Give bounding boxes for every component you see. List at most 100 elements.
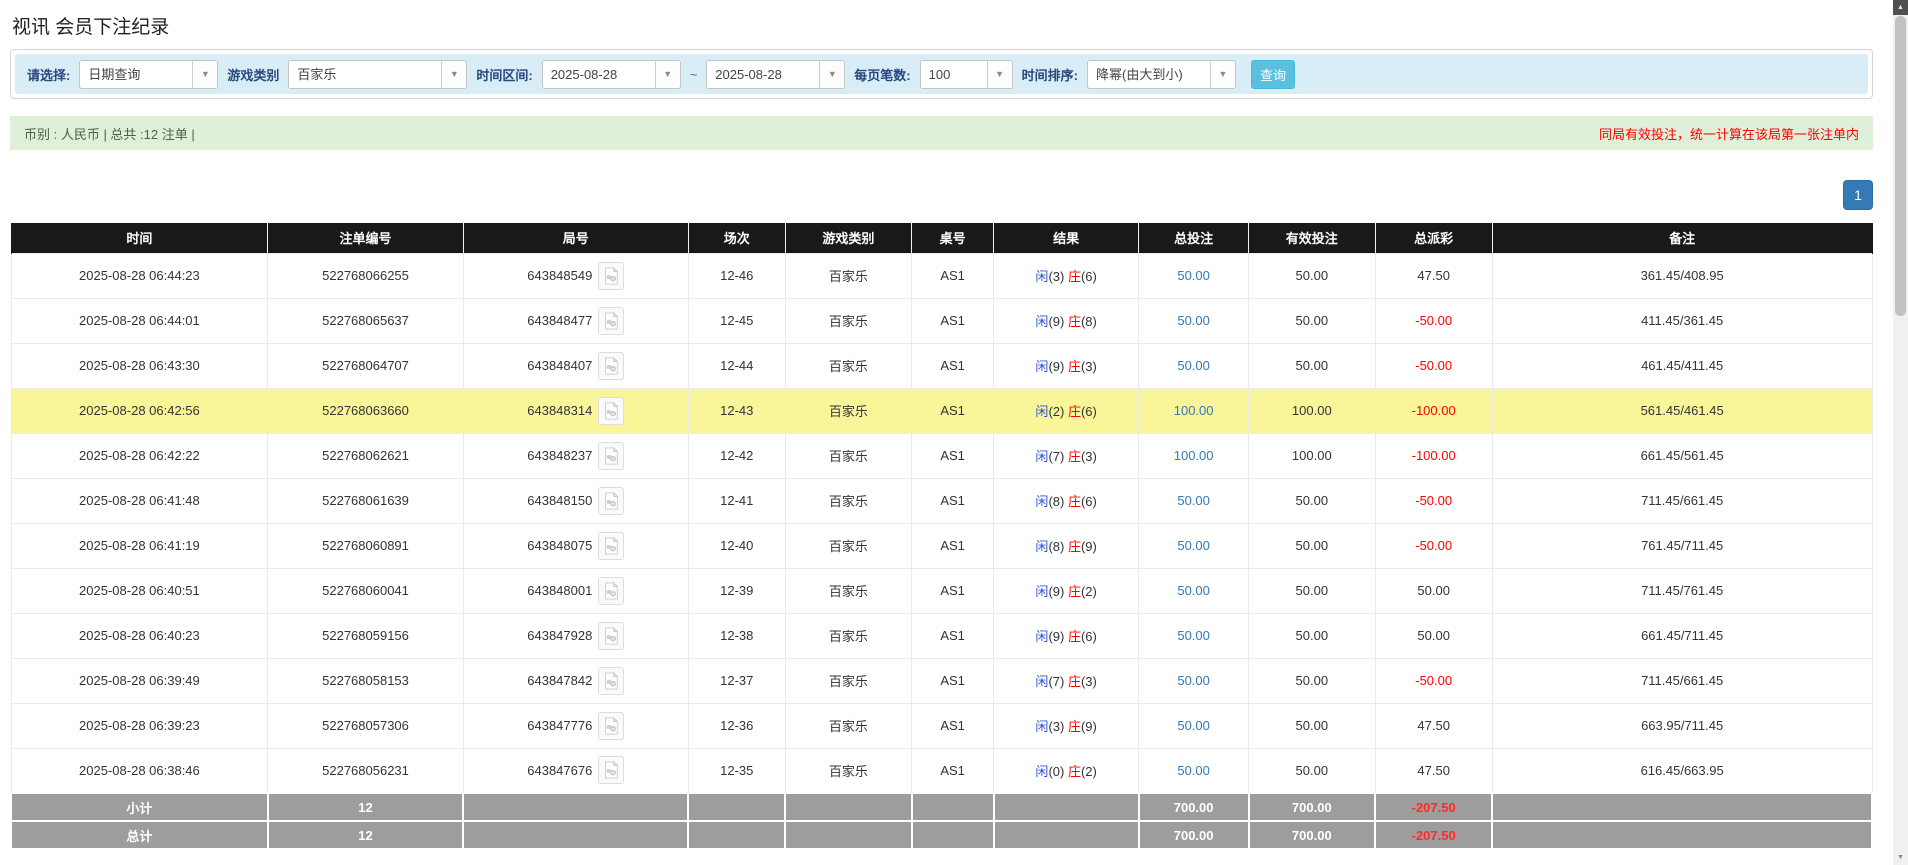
cell-result: 闲(3) 庄(6) (994, 253, 1139, 298)
scroll-down-icon[interactable]: ▼ (1893, 850, 1908, 865)
result-player-score: (3) (1048, 719, 1068, 734)
cell-total-bet[interactable]: 50.00 (1139, 613, 1249, 658)
scroll-up-icon[interactable]: ▲ (1893, 0, 1908, 15)
video-file-icon[interactable] (598, 532, 624, 560)
column-header: 注单编号 (268, 223, 463, 253)
page-button-1[interactable]: 1 (1843, 180, 1873, 210)
video-file-icon[interactable] (598, 307, 624, 335)
cell-total-bet[interactable]: 50.00 (1139, 478, 1249, 523)
video-file-icon[interactable] (598, 667, 624, 695)
chevron-down-icon[interactable]: ▼ (987, 61, 1012, 88)
scrollbar-thumb[interactable] (1895, 16, 1906, 316)
sort-order-select[interactable]: 降幂(由大到小) ▼ (1087, 60, 1236, 89)
date-from-select[interactable]: 2025-08-28 ▼ (542, 60, 681, 89)
cell-total-bet[interactable]: 50.00 (1139, 748, 1249, 793)
cell-table-number: AS1 (912, 298, 994, 343)
sort-order-value: 降幂(由大到小) (1088, 61, 1210, 88)
cell-valid-bet: 50.00 (1249, 523, 1376, 568)
chevron-down-icon[interactable]: ▼ (819, 61, 844, 88)
cell-payout: -100.00 (1375, 388, 1492, 433)
chevron-down-icon[interactable]: ▼ (192, 61, 217, 88)
column-header: 有效投注 (1249, 223, 1376, 253)
result-player: 闲 (1035, 584, 1048, 599)
video-file-icon[interactable] (598, 577, 624, 605)
result-banker-score: (6) (1081, 629, 1097, 644)
cell-result: 闲(9) 庄(2) (994, 568, 1139, 613)
cell-note: 561.45/461.45 (1492, 388, 1872, 433)
cell-total-bet[interactable]: 50.00 (1139, 253, 1249, 298)
video-file-icon[interactable] (598, 397, 624, 425)
cell-bet-number: 522768056231 (268, 748, 463, 793)
date-to-value: 2025-08-28 (707, 61, 819, 88)
cell-total-bet[interactable]: 50.00 (1139, 703, 1249, 748)
cell-table-number: AS1 (912, 613, 994, 658)
footer-empty (1492, 793, 1872, 821)
cell-table-number: AS1 (912, 748, 994, 793)
result-banker-score: (3) (1081, 359, 1097, 374)
cell-result: 闲(8) 庄(6) (994, 478, 1139, 523)
cell-table-number: AS1 (912, 343, 994, 388)
footer-count: 12 (268, 793, 463, 821)
footer-empty (463, 821, 688, 849)
table-row: 2025-08-28 06:43:30522768064707643848407… (11, 343, 1872, 388)
video-file-icon[interactable] (598, 756, 624, 784)
cell-bet-number: 522768058153 (268, 658, 463, 703)
cell-time: 2025-08-28 06:44:23 (11, 253, 268, 298)
cell-total-bet[interactable]: 50.00 (1139, 343, 1249, 388)
date-to-select[interactable]: 2025-08-28 ▼ (706, 60, 845, 89)
cell-payout: 47.50 (1375, 703, 1492, 748)
cell-round-number: 643848075 (463, 523, 688, 568)
cell-table-number: AS1 (912, 433, 994, 478)
game-category-select[interactable]: 百家乐 ▼ (288, 60, 467, 89)
video-file-icon[interactable] (598, 352, 624, 380)
cell-time: 2025-08-28 06:42:22 (11, 433, 268, 478)
result-banker: 庄 (1068, 449, 1081, 464)
video-file-icon[interactable] (598, 262, 624, 290)
video-file-icon[interactable] (598, 442, 624, 470)
video-file-icon[interactable] (598, 622, 624, 650)
cell-table-number: AS1 (912, 478, 994, 523)
chevron-down-icon[interactable]: ▼ (655, 61, 680, 88)
cell-table-number: AS1 (912, 523, 994, 568)
result-banker-score: (6) (1081, 269, 1097, 284)
cell-payout: -100.00 (1375, 433, 1492, 478)
cell-total-bet[interactable]: 50.00 (1139, 568, 1249, 613)
result-banker: 庄 (1068, 404, 1081, 419)
cell-total-bet[interactable]: 50.00 (1139, 658, 1249, 703)
cell-table-number: AS1 (912, 568, 994, 613)
page-title: 视讯 会员下注纪录 (10, 10, 1873, 49)
chevron-down-icon[interactable]: ▼ (1210, 61, 1235, 88)
result-banker-score: (2) (1081, 764, 1097, 779)
footer-empty (785, 793, 912, 821)
cell-total-bet[interactable]: 50.00 (1139, 523, 1249, 568)
query-type-select[interactable]: 日期查询 ▼ (79, 60, 218, 89)
cell-result: 闲(9) 庄(8) (994, 298, 1139, 343)
cell-session: 12-43 (688, 388, 785, 433)
result-banker: 庄 (1068, 269, 1081, 284)
result-banker-score: (9) (1081, 539, 1097, 554)
cell-valid-bet: 50.00 (1249, 253, 1376, 298)
scrollbar[interactable]: ▲ ▼ (1893, 0, 1908, 865)
cell-round-number: 643848407 (463, 343, 688, 388)
cell-note: 616.45/663.95 (1492, 748, 1872, 793)
round-number: 643848314 (527, 403, 592, 418)
cell-valid-bet: 50.00 (1249, 613, 1376, 658)
cell-total-bet[interactable]: 100.00 (1139, 433, 1249, 478)
cell-time: 2025-08-28 06:38:46 (11, 748, 268, 793)
footer-empty (688, 793, 785, 821)
cell-total-bet[interactable]: 100.00 (1139, 388, 1249, 433)
cell-payout: -50.00 (1375, 343, 1492, 388)
cell-total-bet[interactable]: 50.00 (1139, 298, 1249, 343)
footer-label: 小计 (11, 793, 268, 821)
page-size-select[interactable]: 100 ▼ (920, 60, 1013, 89)
video-file-icon[interactable] (598, 712, 624, 740)
chevron-down-icon[interactable]: ▼ (441, 61, 466, 88)
cell-game-category: 百家乐 (785, 253, 912, 298)
page-size-label: 每页笔数: (854, 65, 910, 84)
search-button[interactable]: 查询 (1251, 60, 1295, 89)
result-banker-score: (8) (1081, 314, 1097, 329)
table-row: 2025-08-28 06:44:23522768066255643848549… (11, 253, 1872, 298)
footer-label: 总计 (11, 821, 268, 849)
video-file-icon[interactable] (598, 487, 624, 515)
cell-payout: 50.00 (1375, 568, 1492, 613)
